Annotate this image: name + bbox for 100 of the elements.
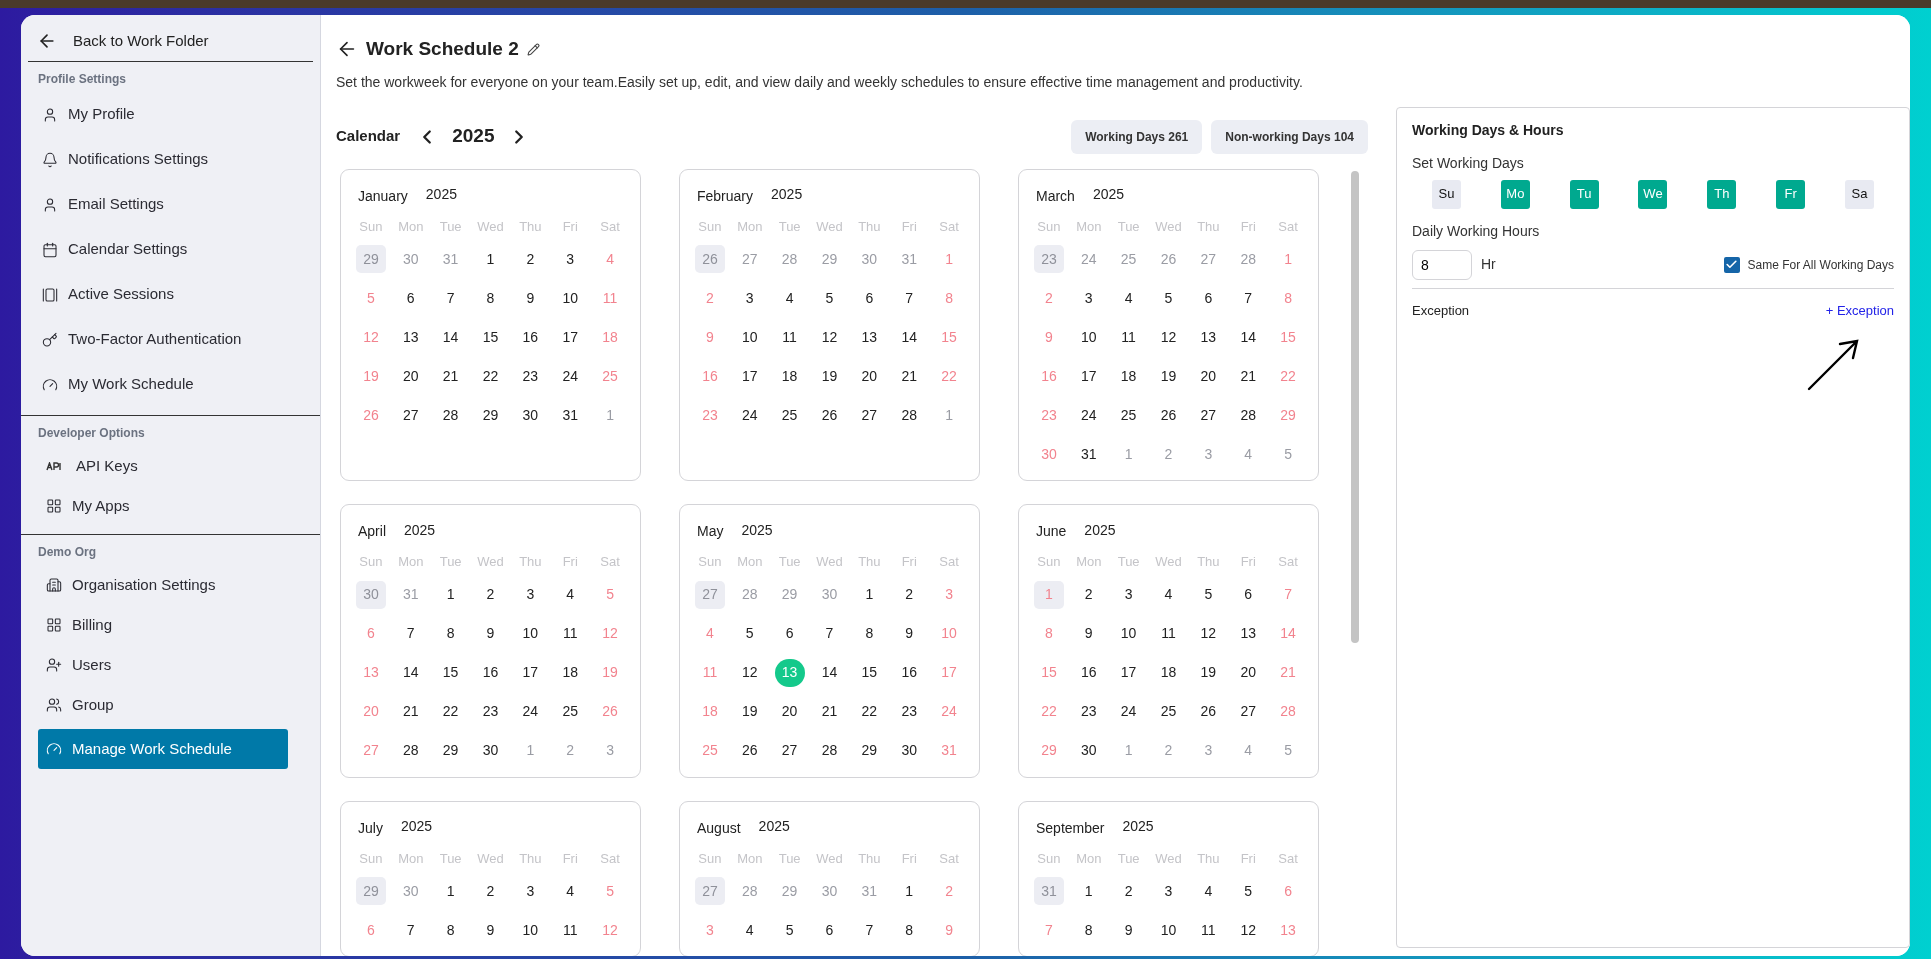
calendar-day[interactable]: 2 — [475, 580, 506, 609]
calendar-day[interactable]: 30 — [475, 736, 506, 765]
calendar-day[interactable]: 24 — [1073, 401, 1104, 429]
calendar-day[interactable]: 8 — [435, 916, 466, 944]
calendar-day[interactable]: 11 — [774, 323, 805, 351]
calendar-day[interactable]: 2 — [475, 877, 506, 905]
calendar-day[interactable]: 29 — [475, 401, 506, 429]
calendar-day[interactable]: 10 — [555, 284, 586, 312]
sidebar-item[interactable]: API Keys — [38, 446, 288, 486]
calendar-day[interactable]: 7 — [435, 284, 466, 312]
calendar-day[interactable]: 4 — [774, 284, 805, 312]
calendar-day[interactable]: 18 — [555, 658, 586, 687]
calendar-day[interactable]: 22 — [435, 697, 466, 726]
calendar-day[interactable]: 11 — [1113, 323, 1144, 351]
calendar-day[interactable]: 5 — [1233, 877, 1264, 905]
calendar-day[interactable]: 14 — [894, 323, 925, 351]
calendar-day[interactable]: 23 — [475, 697, 506, 726]
calendar-day[interactable]: 22 — [475, 362, 506, 390]
calendar-day[interactable]: 2 — [894, 580, 925, 609]
sidebar-item[interactable]: My Work Schedule — [38, 362, 288, 407]
calendar-day[interactable]: 9 — [475, 619, 506, 648]
calendar-day[interactable]: 12 — [1153, 323, 1184, 351]
calendar-day[interactable]: 4 — [1193, 877, 1224, 905]
calendar-day[interactable]: 16 — [1073, 658, 1104, 687]
calendar-day[interactable]: 27 — [1193, 401, 1224, 429]
calendar-day[interactable]: 19 — [1153, 362, 1184, 390]
calendar-day[interactable]: 24 — [734, 401, 765, 429]
calendar-day[interactable]: 24 — [515, 697, 546, 726]
calendar-day[interactable]: 28 — [435, 401, 466, 429]
calendar-day[interactable]: 13 — [395, 323, 426, 351]
calendar-day[interactable]: 4 — [1153, 580, 1184, 609]
calendar-day[interactable]: 6 — [1233, 580, 1264, 609]
calendar-day[interactable]: 6 — [395, 284, 426, 312]
calendar-day[interactable]: 3 — [1073, 284, 1104, 312]
calendar-day[interactable]: 10 — [1153, 916, 1184, 944]
calendar-day[interactable]: 10 — [1113, 619, 1144, 648]
calendar-day[interactable]: 27 — [774, 736, 805, 765]
calendar-day[interactable]: 25 — [555, 697, 586, 726]
calendar-day[interactable]: 15 — [435, 658, 466, 687]
calendar-day[interactable]: 17 — [555, 323, 586, 351]
calendar-day[interactable]: 26 — [1153, 401, 1184, 429]
calendar-day[interactable]: 5 — [814, 284, 845, 312]
calendar-day[interactable]: 27 — [395, 401, 426, 429]
back-link[interactable]: Back to Work Folder — [21, 21, 320, 61]
calendar-day[interactable]: 13 — [854, 323, 885, 351]
calendar-day[interactable]: 11 — [555, 916, 586, 944]
sidebar-item[interactable]: Users — [38, 645, 288, 685]
calendar-day[interactable]: 27 — [854, 401, 885, 429]
calendar-day[interactable]: 3 — [515, 877, 546, 905]
calendar-day[interactable]: 1 — [475, 245, 506, 273]
calendar-day[interactable]: 6 — [1193, 284, 1224, 312]
calendar-day[interactable]: 5 — [1153, 284, 1184, 312]
checkbox[interactable] — [1723, 256, 1740, 273]
calendar-day[interactable]: 8 — [475, 284, 506, 312]
calendar-day[interactable]: 7 — [395, 619, 426, 648]
sidebar-item[interactable]: My Profile — [38, 92, 288, 137]
calendar-day[interactable]: 1 — [435, 877, 466, 905]
calendar-day[interactable]: 3 — [1113, 580, 1144, 609]
calendar-day[interactable]: 1 — [435, 580, 466, 609]
calendar-day[interactable]: 14 — [435, 323, 466, 351]
calendar-day[interactable]: 20 — [1193, 362, 1224, 390]
calendar-day[interactable]: 6 — [814, 916, 845, 944]
calendar-day[interactable]: 18 — [774, 362, 805, 390]
calendar-day[interactable]: 21 — [894, 362, 925, 390]
calendar-day[interactable]: 1 — [894, 877, 925, 905]
sidebar-item[interactable]: Active Sessions — [38, 272, 288, 317]
calendar-day[interactable]: 20 — [1233, 658, 1264, 687]
calendar-day[interactable]: 7 — [854, 916, 885, 944]
calendar-day[interactable]: 12 — [734, 658, 765, 687]
calendar-day[interactable]: 19 — [814, 362, 845, 390]
calendar-day[interactable]: 26 — [814, 401, 845, 429]
calendar-day[interactable]: 2 — [515, 245, 546, 273]
calendar-day[interactable]: 8 — [435, 619, 466, 648]
weekday-toggle[interactable]: Su — [1432, 179, 1461, 209]
calendar-day[interactable]: 5 — [734, 619, 765, 648]
calendar-day[interactable]: 7 — [1233, 284, 1264, 312]
calendar-day[interactable]: 20 — [395, 362, 426, 390]
calendar-day[interactable]: 25 — [1113, 401, 1144, 429]
calendar-day[interactable]: 30 — [894, 736, 925, 765]
calendar-day[interactable]: 15 — [854, 658, 885, 687]
calendar-day[interactable]: 28 — [894, 401, 925, 429]
calendar-day[interactable]: 31 — [555, 401, 586, 429]
calendar-day[interactable]: 17 — [515, 658, 546, 687]
calendar-day[interactable]: 23 — [1073, 697, 1104, 726]
calendar-day[interactable]: 8 — [1073, 916, 1104, 944]
calendar-day[interactable]: 20 — [774, 697, 805, 726]
calendar-day[interactable]: 13 — [1233, 619, 1264, 648]
sidebar-item[interactable]: Group — [38, 685, 288, 725]
calendar-day[interactable]: 12 — [814, 323, 845, 351]
calendar-day[interactable]: 21 — [395, 697, 426, 726]
calendar-day[interactable]: 25 — [1153, 697, 1184, 726]
calendar-day[interactable]: 8 — [894, 916, 925, 944]
edit-icon[interactable] — [526, 42, 540, 56]
calendar-day[interactable]: 4 — [555, 877, 586, 905]
calendar-day[interactable]: 24 — [1113, 697, 1144, 726]
calendar-day[interactable]: 23 — [894, 697, 925, 726]
calendar-day[interactable]: 7 — [894, 284, 925, 312]
calendar-day[interactable]: 4 — [734, 916, 765, 944]
calendar-day[interactable]: 9 — [475, 916, 506, 944]
calendar-day[interactable]: 30 — [1073, 736, 1104, 765]
